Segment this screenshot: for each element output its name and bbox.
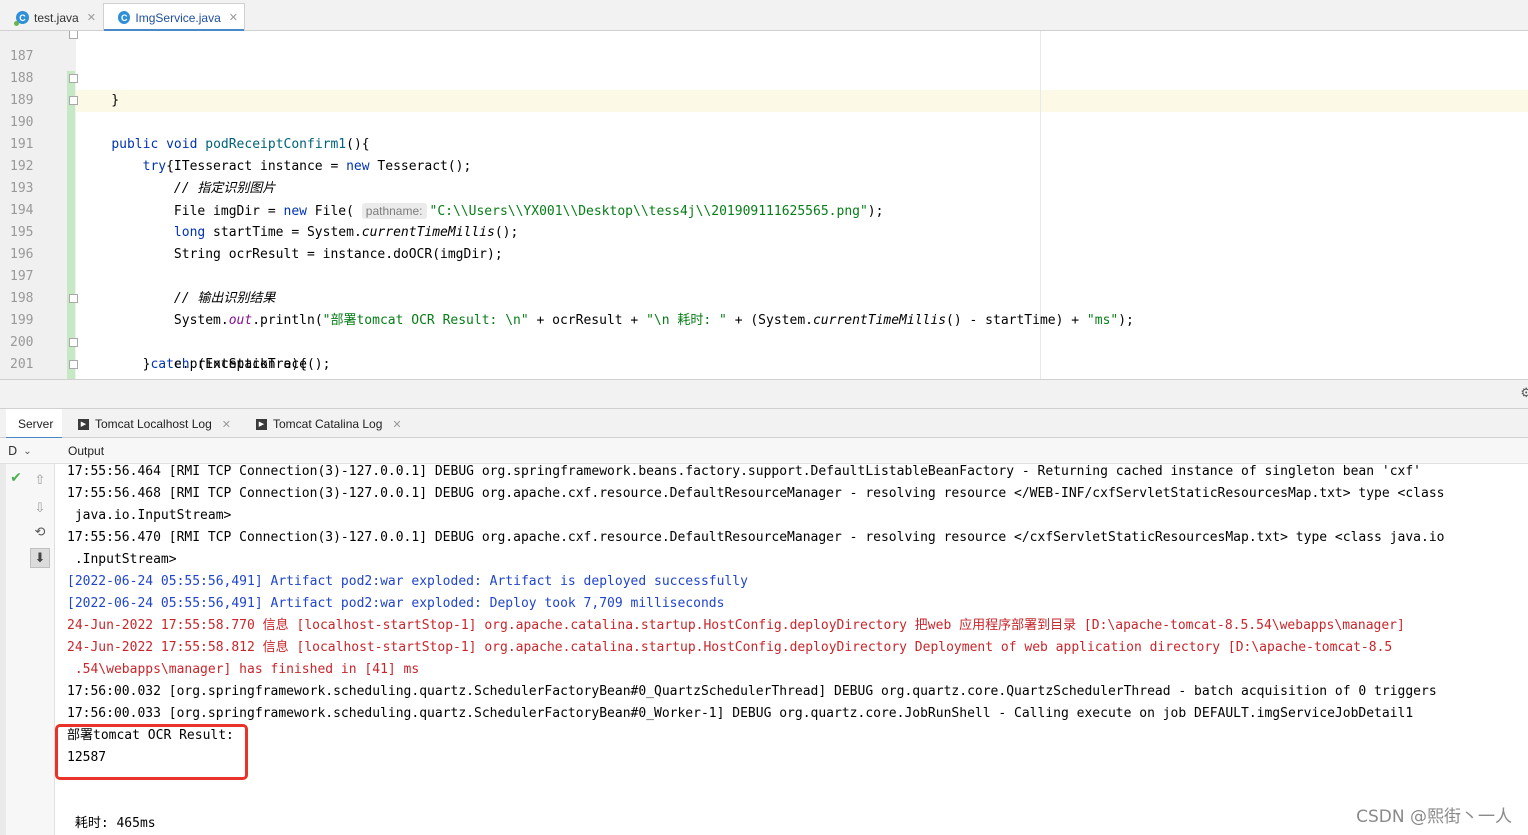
output-header: D ⌄ Output — [0, 438, 1528, 464]
tab-label: test.java — [34, 10, 79, 25]
editor-tab-bar: C test.java ✕ C ImgService.java ✕ — [0, 0, 1528, 32]
services-tab-bar: Server ▶ Tomcat Localhost Log ✕ ▶ Tomcat… — [0, 408, 1528, 440]
code-line: 195 String ocrResult = instance.doOCR(im… — [0, 200, 1528, 262]
code-line: 193 File imgDir = new File( pathname: "C:… — [0, 156, 1528, 219]
annotation-highlight-box — [55, 724, 248, 780]
close-icon[interactable]: ✕ — [392, 418, 401, 431]
chevron-down-icon: ⌄ — [23, 445, 32, 457]
output-line: 17:56:00.032 [org.springframework.schedu… — [67, 684, 1437, 699]
fold-icon[interactable] — [69, 96, 78, 105]
java-class-icon: C — [14, 11, 29, 26]
code-line: 199 }catch (Exception e){ — [0, 288, 1528, 372]
code-line: 188 — [0, 46, 1528, 86]
tab-label: Tomcat Catalina Log — [273, 417, 383, 431]
fold-icon[interactable] — [69, 74, 78, 83]
code-line: 189 public void podReceiptConfirm1(){ — [0, 68, 1528, 152]
gear-icon[interactable]: ⚙ — [1520, 386, 1528, 401]
output-line: 24-Jun-2022 17:55:58.770 信息 [localhost-s… — [67, 618, 1405, 633]
fold-icon[interactable] — [69, 294, 78, 303]
output-line: [2022-06-24 05:55:56,491] Artifact pod2:… — [67, 574, 748, 589]
fold-icon[interactable] — [69, 31, 78, 39]
output-line: 耗时: 465ms — [67, 816, 156, 831]
code-line: 200 e.printStackTrace(); — [0, 310, 1528, 372]
tab-tomcat-catalina-log[interactable]: ▶ Tomcat Catalina Log ✕ — [256, 409, 402, 439]
output-line: [2022-06-24 05:55:56,491] Artifact pod2:… — [67, 596, 725, 611]
scroll-down-icon[interactable]: ⇩ — [30, 498, 50, 518]
output-toolbar: ✔ ⇧ ⇩ ⟲ ⬇ — [0, 464, 55, 835]
output-line: 17:55:56.470 [RMI TCP Connection(3)-127.… — [67, 530, 1445, 545]
code-line: 202 } — [0, 354, 1528, 376]
output-line: 17:55:56.464 [RMI TCP Connection(3)-127.… — [67, 464, 1422, 479]
log-icon: ▶ — [78, 418, 89, 430]
code-line: 190 try{ — [0, 90, 1528, 174]
code-editor[interactable]: 187 } 188 189 public void podReceiptConf… — [0, 31, 1528, 379]
code-line: 191 ITesseract instance = new Tesseract(… — [0, 112, 1528, 174]
output-title: Output — [68, 444, 105, 458]
code-line: 196 — [0, 222, 1528, 262]
panel-splitter[interactable]: ⚙ — [0, 379, 1528, 408]
log-icon: ▶ — [256, 418, 267, 430]
fold-icon[interactable] — [69, 338, 78, 347]
tab-label: Server — [18, 417, 54, 431]
tab-tomcat-localhost-log[interactable]: ▶ Tomcat Localhost Log ✕ — [78, 409, 231, 439]
java-class-icon: C — [118, 11, 131, 24]
output-line: 17:55:56.468 [RMI TCP Connection(3)-127.… — [67, 486, 1445, 501]
close-icon[interactable]: ✕ — [222, 418, 231, 431]
left-edge-strip — [0, 464, 6, 835]
checkmark-icon: ✔ — [10, 470, 22, 486]
code-line: 197 // 输出识别结果 — [0, 244, 1528, 306]
output-console[interactable]: 17:55:56.464 [RMI TCP Connection(3)-127.… — [56, 464, 1528, 835]
deployment-dropdown[interactable]: D ⌄ — [8, 438, 32, 464]
watermark: CSDN @熙街丶一人 — [1356, 807, 1512, 827]
output-line: 17:56:00.033 [org.springframework.schedu… — [67, 706, 1414, 721]
deploy-icon[interactable]: ⬇ — [30, 548, 50, 568]
redeploy-icon[interactable]: ⟲ — [30, 522, 50, 542]
tab-imgservice-java[interactable]: C ImgService.java ✕ — [103, 3, 245, 32]
tab-server[interactable]: Server — [6, 409, 62, 440]
code-line: 192 // 指定识别图片 — [0, 134, 1528, 196]
output-line: .InputStream> — [67, 552, 177, 567]
output-line: .54\webapps\manager] has finished in [41… — [67, 662, 420, 677]
code-line: 187 } — [0, 31, 1528, 108]
tab-label: Tomcat Localhost Log — [95, 417, 212, 431]
code-line: 198 System.out.println("部署tomcat OCR Res… — [0, 266, 1528, 328]
tab-label: ImgService.java — [135, 10, 221, 25]
scroll-up-icon[interactable]: ⇧ — [30, 470, 50, 490]
fold-icon[interactable] — [69, 360, 78, 369]
close-icon[interactable]: ✕ — [87, 11, 96, 24]
output-line: 24-Jun-2022 17:55:58.812 信息 [localhost-s… — [67, 640, 1393, 655]
close-icon[interactable]: ✕ — [229, 11, 238, 24]
code-line: 194 long startTime = System.currentTimeM… — [0, 178, 1528, 240]
output-line: java.io.InputStream> — [67, 508, 232, 523]
code-line: 201 } — [0, 332, 1528, 372]
dropdown-value: D — [8, 444, 18, 458]
tab-test-java[interactable]: C test.java ✕ — [2, 4, 102, 31]
